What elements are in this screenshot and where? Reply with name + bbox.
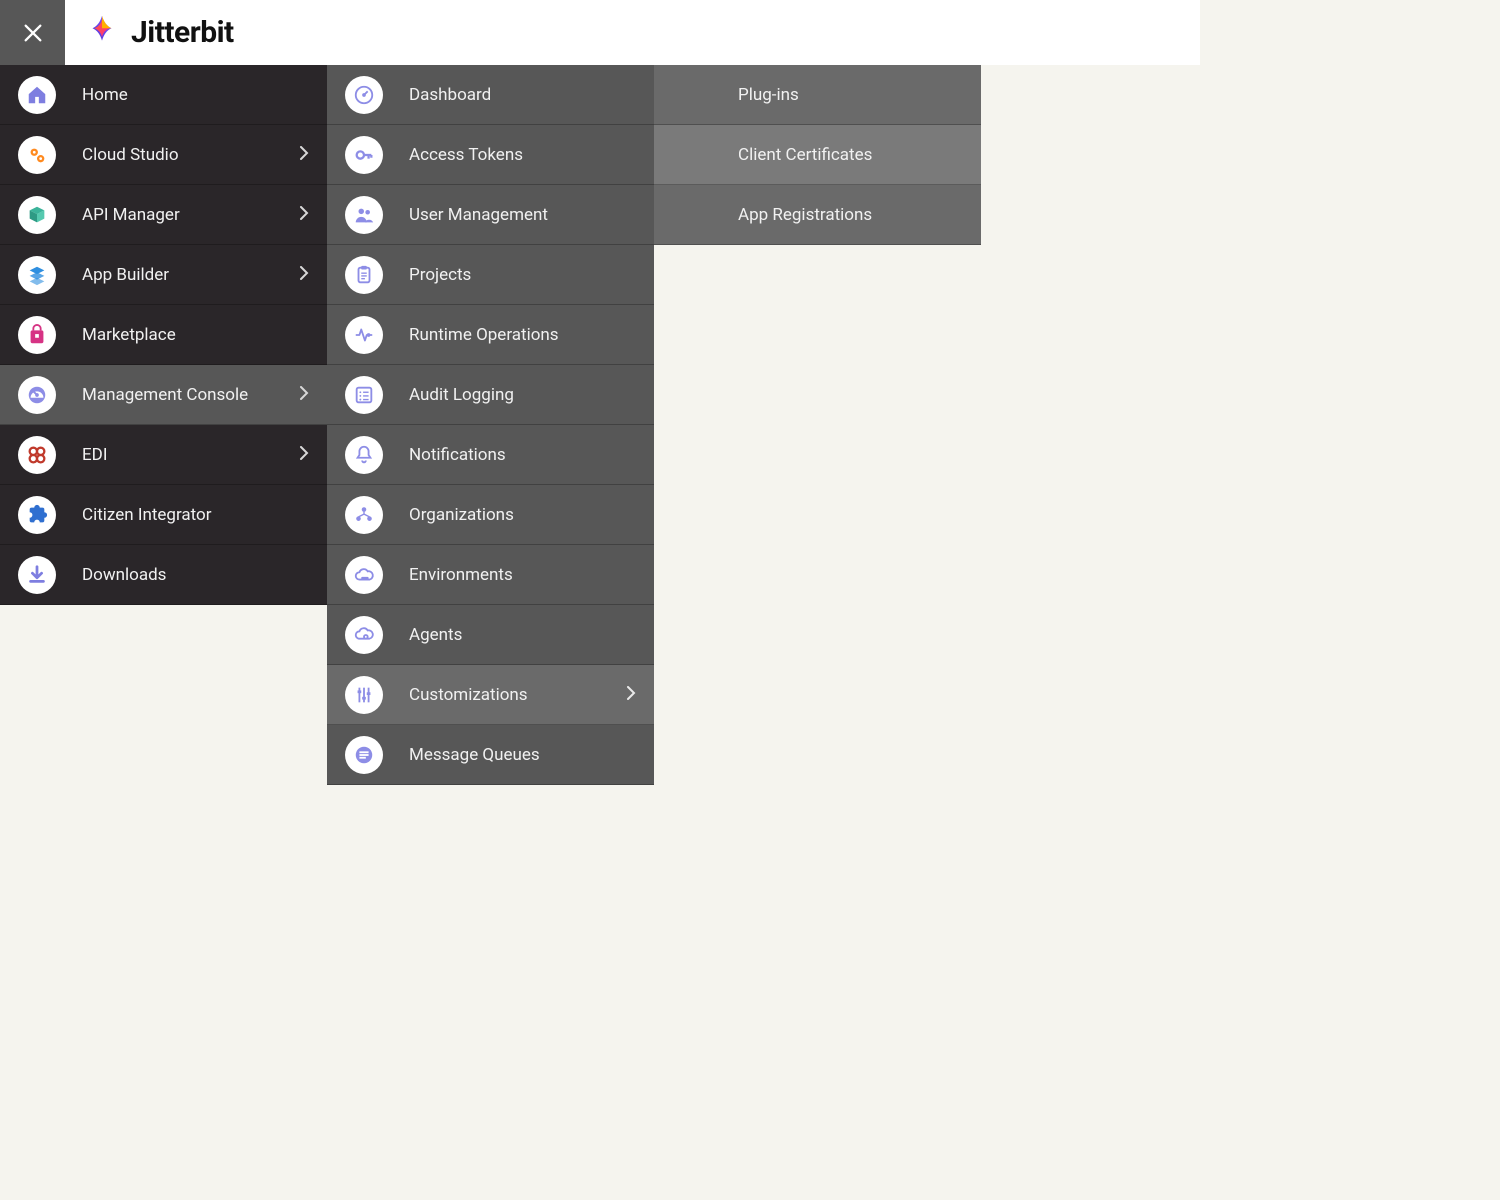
- nav-item-client-certificates[interactable]: Client Certificates: [654, 125, 981, 185]
- nav-col-secondary: Dashboard Access Tokens User Management …: [327, 65, 654, 785]
- queue-icon: [345, 736, 383, 774]
- nav-label: EDI: [82, 445, 309, 465]
- nav-item-api-manager[interactable]: API Manager: [0, 185, 327, 245]
- nav-label: API Manager: [82, 205, 309, 225]
- jitterbit-logo-icon: [83, 14, 121, 52]
- nav-label: Runtime Operations: [409, 325, 636, 345]
- nav-item-cloud-studio[interactable]: Cloud Studio: [0, 125, 327, 185]
- nav-item-dashboard[interactable]: Dashboard: [327, 65, 654, 125]
- users-icon: [345, 196, 383, 234]
- nav-label: Dashboard: [409, 85, 636, 105]
- list-icon: [345, 376, 383, 414]
- nav-label: Marketplace: [82, 325, 309, 345]
- nav-label: Environments: [409, 565, 636, 585]
- org-icon: [345, 496, 383, 534]
- chevron-right-icon: [299, 265, 309, 285]
- nav-item-marketplace[interactable]: Marketplace: [0, 305, 327, 365]
- nav-item-projects[interactable]: Projects: [327, 245, 654, 305]
- cube-icon: [18, 196, 56, 234]
- nav-item-runtime-operations[interactable]: Runtime Operations: [327, 305, 654, 365]
- nav-label: Customizations: [409, 685, 636, 705]
- header: Jitterbit: [0, 0, 1200, 65]
- nav-item-audit-logging[interactable]: Audit Logging: [327, 365, 654, 425]
- nav-label: Agents: [409, 625, 636, 645]
- nav-label: Access Tokens: [409, 145, 636, 165]
- clipboard-icon: [345, 256, 383, 294]
- activity-icon: [345, 316, 383, 354]
- nav-label: Home: [82, 85, 309, 105]
- layers-icon: [18, 256, 56, 294]
- nav-item-citizen-integrator[interactable]: Citizen Integrator: [0, 485, 327, 545]
- bag-icon: [18, 316, 56, 354]
- nav-columns: Home Cloud Studio API Manager App Builde…: [0, 65, 1200, 785]
- nav-label: Management Console: [82, 385, 309, 405]
- chevron-right-icon: [299, 385, 309, 405]
- nav-item-notifications[interactable]: Notifications: [327, 425, 654, 485]
- speedometer-icon: [345, 76, 383, 114]
- brand-name: Jitterbit: [131, 15, 234, 50]
- cloud-icon: [345, 556, 383, 594]
- nav-item-home[interactable]: Home: [0, 65, 327, 125]
- nav-label: Citizen Integrator: [82, 505, 309, 525]
- puzzle-icon: [18, 496, 56, 534]
- bell-icon: [345, 436, 383, 474]
- nav-item-management-console[interactable]: Management Console: [0, 365, 327, 425]
- nav-item-downloads[interactable]: Downloads: [0, 545, 327, 605]
- nav-label: User Management: [409, 205, 636, 225]
- nav-label: App Registrations: [738, 205, 963, 225]
- nav-label: Audit Logging: [409, 385, 636, 405]
- nav-item-agents[interactable]: Agents: [327, 605, 654, 665]
- cloud-gear-icon: [345, 616, 383, 654]
- chevron-right-icon: [299, 205, 309, 225]
- nav-item-app-builder[interactable]: App Builder: [0, 245, 327, 305]
- nav-label: App Builder: [82, 265, 309, 285]
- nav-item-customizations[interactable]: Customizations: [327, 665, 654, 725]
- nav-label: Organizations: [409, 505, 636, 525]
- gears-icon: [18, 136, 56, 174]
- nav-label: Plug-ins: [738, 85, 963, 105]
- chevron-right-icon: [299, 445, 309, 465]
- nav-item-user-management[interactable]: User Management: [327, 185, 654, 245]
- nav-item-organizations[interactable]: Organizations: [327, 485, 654, 545]
- download-icon: [18, 556, 56, 594]
- nav-item-access-tokens[interactable]: Access Tokens: [327, 125, 654, 185]
- close-icon: [22, 22, 44, 44]
- nav-item-app-registrations[interactable]: App Registrations: [654, 185, 981, 245]
- nav-label: Client Certificates: [738, 145, 963, 165]
- sliders-icon: [345, 676, 383, 714]
- nav-item-environments[interactable]: Environments: [327, 545, 654, 605]
- nav-item-message-queues[interactable]: Message Queues: [327, 725, 654, 785]
- nav-label: Projects: [409, 265, 636, 285]
- brand-logo: Jitterbit: [65, 14, 234, 52]
- chevron-right-icon: [626, 685, 636, 705]
- nav-item-edi[interactable]: EDI: [0, 425, 327, 485]
- nav-col-primary: Home Cloud Studio API Manager App Builde…: [0, 65, 327, 785]
- home-icon: [18, 76, 56, 114]
- key-icon: [345, 136, 383, 174]
- links-icon: [18, 436, 56, 474]
- nav-item-plugins[interactable]: Plug-ins: [654, 65, 981, 125]
- nav-label: Notifications: [409, 445, 636, 465]
- gauge-icon: [18, 376, 56, 414]
- close-button[interactable]: [0, 0, 65, 65]
- nav-label: Message Queues: [409, 745, 636, 765]
- nav-label: Downloads: [82, 565, 309, 585]
- chevron-right-icon: [299, 145, 309, 165]
- nav-col-tertiary: Plug-ins Client Certificates App Registr…: [654, 65, 981, 785]
- nav-label: Cloud Studio: [82, 145, 309, 165]
